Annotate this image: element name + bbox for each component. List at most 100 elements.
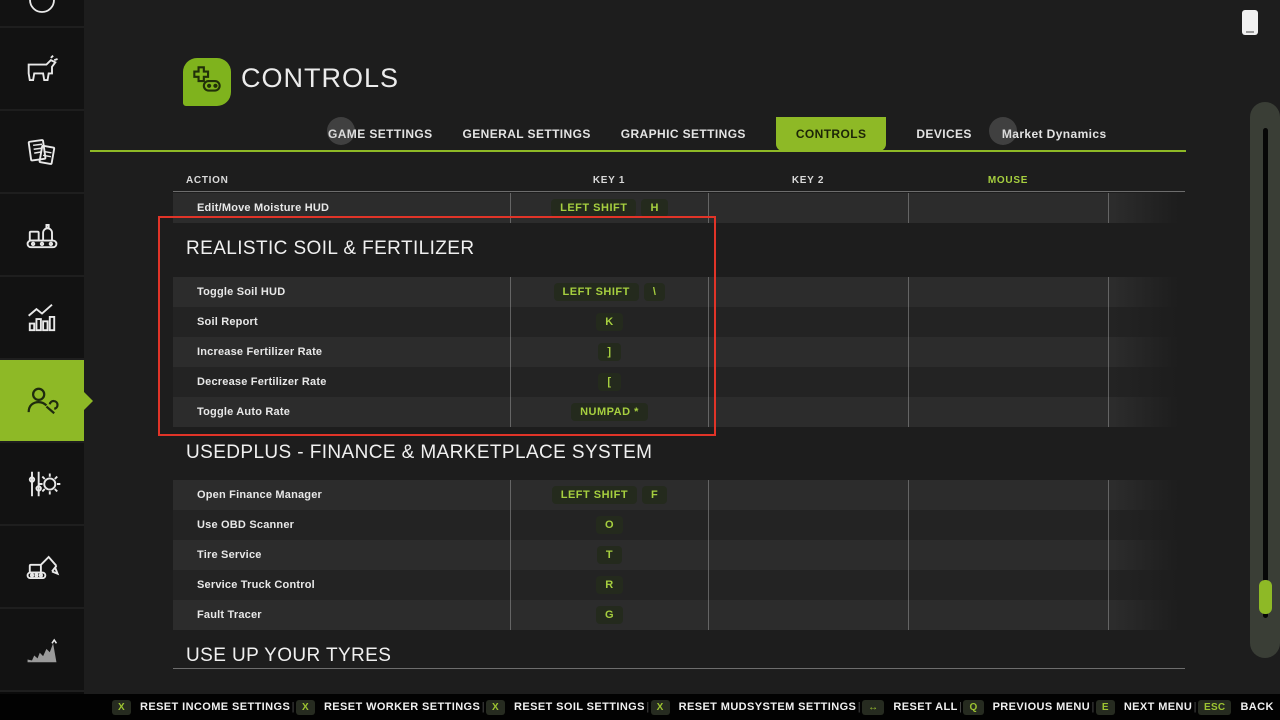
construction-excavator-icon: [22, 547, 62, 587]
contracts-icon: [22, 132, 62, 172]
empty-binding-cell[interactable]: [708, 570, 908, 600]
sidebar-item-statistics[interactable]: [0, 277, 84, 360]
table-row[interactable]: Fault TracerG: [173, 600, 1185, 630]
tab-graphic-settings[interactable]: GRAPHIC SETTINGS: [621, 117, 746, 151]
hotkey-label: RESET SOIL SETTINGS: [514, 701, 645, 713]
sidebar-item-production[interactable]: [0, 194, 84, 277]
sidebar-item-player-settings[interactable]: [0, 360, 84, 443]
key-badge: LEFT SHIFT: [552, 486, 637, 504]
empty-binding-cell[interactable]: [708, 600, 908, 630]
hotkey-next-menu[interactable]: ENEXT MENU: [1096, 700, 1192, 715]
tab-market-dynamics[interactable]: Market Dynamics: [1002, 117, 1107, 151]
table-row[interactable]: Toggle Auto RateNUMPAD *: [173, 397, 1185, 427]
cursor-highlight: [989, 117, 1017, 145]
table-row[interactable]: Tire ServiceT: [173, 540, 1185, 570]
production-icon: [22, 215, 62, 255]
table-row[interactable]: Soil ReportK: [173, 307, 1185, 337]
empty-binding-cell[interactable]: [908, 277, 1108, 307]
empty-binding-cell[interactable]: [708, 337, 908, 367]
empty-binding-cell[interactable]: [1108, 540, 1185, 570]
gamepad-icon: [188, 61, 226, 104]
hotkey-previous-menu[interactable]: QPREVIOUS MENU: [963, 700, 1090, 715]
empty-binding-cell[interactable]: [1108, 337, 1185, 367]
section-title-usedplus: USEDPLUS - FINANCE & MARKETPLACE SYSTEM: [186, 442, 652, 464]
empty-binding-cell[interactable]: [708, 480, 908, 510]
sidebar-item-game-settings[interactable]: [0, 443, 84, 526]
key-badge: X: [112, 700, 131, 715]
scrollbar-track[interactable]: [1263, 128, 1268, 618]
key-badge: LEFT SHIFT: [551, 199, 636, 217]
scrollbar: [1250, 102, 1280, 658]
empty-binding-cell[interactable]: [1108, 193, 1185, 223]
sidebar-item-scrolled[interactable]: [0, 0, 84, 28]
sidebar-item-animals[interactable]: [0, 28, 84, 111]
empty-binding-cell[interactable]: [908, 397, 1108, 427]
hotkey-reset-worker-settings[interactable]: XRESET WORKER SETTINGS: [296, 700, 480, 715]
table-row[interactable]: Use OBD ScannerO: [173, 510, 1185, 540]
empty-binding-cell[interactable]: [708, 397, 908, 427]
empty-binding-cell[interactable]: [708, 510, 908, 540]
empty-binding-cell[interactable]: [1108, 307, 1185, 337]
tab-controls[interactable]: CONTROLS: [776, 117, 887, 151]
key-badge: ]: [598, 343, 620, 361]
column-header-key2: KEY 2: [708, 175, 908, 186]
hotkey-back[interactable]: ESCBACK: [1198, 700, 1274, 715]
empty-binding-cell[interactable]: [1108, 397, 1185, 427]
table-row[interactable]: Open Finance ManagerLEFT SHIFTF: [173, 480, 1185, 510]
table-row[interactable]: Toggle Soil HUDLEFT SHIFT\: [173, 277, 1185, 307]
empty-binding-cell[interactable]: [708, 307, 908, 337]
key-badge: \: [644, 283, 666, 301]
separator: |: [292, 701, 295, 713]
key-badge: ESC: [1198, 700, 1231, 715]
key-badge: R: [596, 576, 622, 594]
empty-binding-cell[interactable]: [908, 510, 1108, 540]
empty-binding-cell[interactable]: [908, 570, 1108, 600]
terrain-chart-icon: [22, 630, 62, 670]
key-badge: G: [596, 606, 623, 624]
empty-binding-cell[interactable]: [1108, 277, 1185, 307]
sidebar: [0, 0, 84, 694]
settings-sliders-gear-icon: [22, 464, 62, 504]
empty-binding-cell[interactable]: [708, 277, 908, 307]
hotkey-reset-mudsystem-settings[interactable]: XRESET MUDSYSTEM SETTINGS: [651, 700, 857, 715]
hotkey-label: PREVIOUS MENU: [993, 701, 1091, 713]
page-title: CONTROLS: [241, 63, 399, 94]
empty-binding-cell[interactable]: [708, 367, 908, 397]
empty-binding-cell[interactable]: [708, 540, 908, 570]
animals-cow-icon: [22, 49, 62, 89]
sidebar-item-construction[interactable]: [0, 526, 84, 609]
bottom-bar: XRESET INCOME SETTINGS|XRESET WORKER SET…: [0, 694, 1280, 720]
scrollbar-thumb[interactable]: [1259, 580, 1272, 614]
section-title-tyres: USE UP YOUR TYRES: [186, 645, 391, 667]
tab-devices[interactable]: DEVICES: [916, 117, 971, 151]
action-label: Decrease Fertilizer Rate: [197, 376, 327, 388]
table-row[interactable]: Increase Fertilizer Rate]: [173, 337, 1185, 367]
key-badge: X: [486, 700, 505, 715]
empty-binding-cell[interactable]: [908, 193, 1108, 223]
action-label: Soil Report: [197, 316, 258, 328]
hotkey-reset-income-settings[interactable]: XRESET INCOME SETTINGS: [112, 700, 290, 715]
empty-binding-cell[interactable]: [908, 480, 1108, 510]
empty-binding-cell[interactable]: [1108, 510, 1185, 540]
empty-binding-cell[interactable]: [908, 600, 1108, 630]
empty-binding-cell[interactable]: [1108, 367, 1185, 397]
table-row[interactable]: Edit/Move Moisture HUDLEFT SHIFTH: [173, 193, 1185, 223]
hotkey-reset-all[interactable]: ↔RESET ALL: [862, 700, 958, 715]
empty-binding-cell[interactable]: [708, 193, 908, 223]
sidebar-item-contracts[interactable]: [0, 111, 84, 194]
table-row[interactable]: Service Truck ControlR: [173, 570, 1185, 600]
empty-binding-cell[interactable]: [1108, 600, 1185, 630]
empty-binding-cell[interactable]: [908, 337, 1108, 367]
tab-general-settings[interactable]: GENERAL SETTINGS: [463, 117, 591, 151]
empty-binding-cell[interactable]: [908, 307, 1108, 337]
empty-binding-cell[interactable]: [1108, 570, 1185, 600]
hotkey-reset-soil-settings[interactable]: X RESET SOIL SETTINGS: [486, 700, 645, 715]
separator: |: [1092, 701, 1095, 713]
empty-binding-cell[interactable]: [1108, 480, 1185, 510]
empty-binding-cell[interactable]: [908, 367, 1108, 397]
table-row[interactable]: Decrease Fertilizer Rate[: [173, 367, 1185, 397]
action-label: Open Finance Manager: [197, 489, 322, 501]
sidebar-item-terrain[interactable]: [0, 609, 84, 692]
empty-binding-cell[interactable]: [908, 540, 1108, 570]
separator: |: [959, 701, 962, 713]
